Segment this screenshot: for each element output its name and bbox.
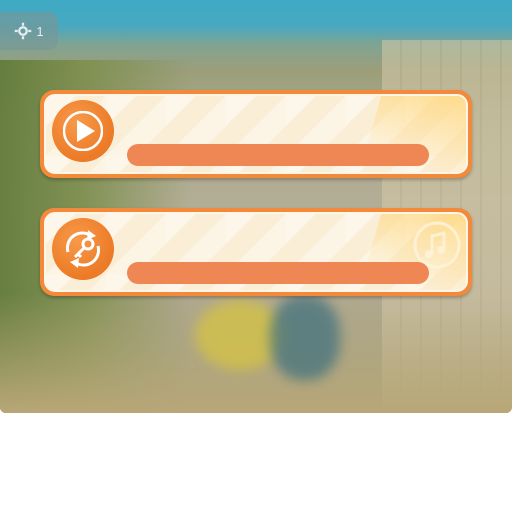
key-refresh-icon: [52, 218, 114, 280]
settings-icon: [14, 22, 32, 40]
game-screen: 1: [0, 0, 512, 413]
corner-menu-count: 1: [36, 23, 44, 39]
play-card[interactable]: [40, 90, 472, 178]
corner-menu-button[interactable]: 1: [0, 12, 58, 50]
key-card[interactable]: [40, 208, 472, 296]
key-card-progress-bar: [127, 262, 429, 284]
play-card-progress-bar: [127, 144, 429, 166]
background-character-blue: [270, 295, 340, 380]
play-icon: [52, 100, 114, 162]
